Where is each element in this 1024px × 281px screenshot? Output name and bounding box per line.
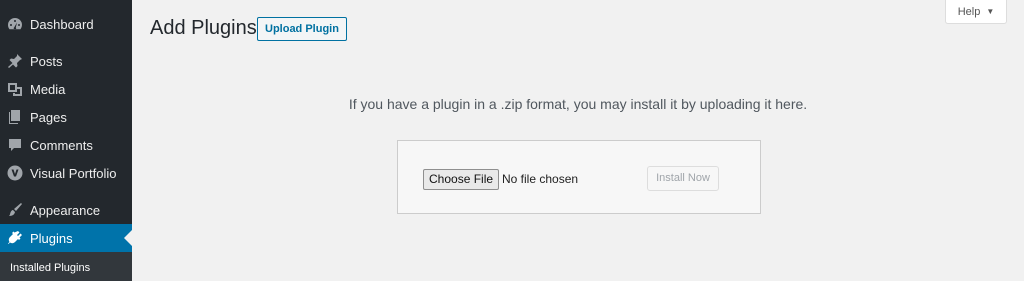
sidebar-item-pages[interactable]: Pages <box>0 103 132 131</box>
sidebar-item-label: Dashboard <box>30 16 94 32</box>
dashboard-icon <box>7 16 23 32</box>
sidebar-item-label: Posts <box>30 53 63 69</box>
upload-form: Choose File No file chosen Install Now <box>397 140 761 214</box>
admin-sidebar: Dashboard Posts Media Pages Comments Vis… <box>0 0 132 281</box>
sidebar-item-comments[interactable]: Comments <box>0 131 132 159</box>
submenu-item-installed-plugins[interactable]: Installed Plugins <box>10 262 90 274</box>
active-indicator-arrow <box>124 230 132 246</box>
sidebar-item-label: Visual Portfolio <box>30 165 117 181</box>
sidebar-item-label: Media <box>30 81 66 97</box>
sidebar-item-label: Plugins <box>30 230 73 246</box>
sidebar-item-dashboard[interactable]: Dashboard <box>0 10 132 38</box>
sidebar-item-posts[interactable]: Posts <box>0 47 132 75</box>
brush-icon <box>7 202 23 218</box>
file-status-text: No file chosen <box>502 172 579 186</box>
page-title: Add Plugins <box>150 17 257 39</box>
pages-icon <box>7 109 23 125</box>
help-tab-button[interactable]: Help ▼ <box>945 0 1007 24</box>
sidebar-item-label: Pages <box>30 109 67 125</box>
help-label: Help <box>957 5 981 18</box>
sidebar-item-label: Appearance <box>30 202 101 218</box>
install-now-button[interactable]: Install Now <box>647 166 719 191</box>
sidebar-item-visual-portfolio[interactable]: Visual Portfolio <box>0 159 132 187</box>
upload-plugin-button[interactable]: Upload Plugin <box>257 17 347 41</box>
sidebar-item-media[interactable]: Media <box>0 75 132 103</box>
sidebar-item-plugins[interactable]: Plugins <box>0 224 132 252</box>
upload-instructions: If you have a plugin in a .zip format, y… <box>348 96 808 112</box>
media-icon <box>7 81 23 97</box>
comment-icon <box>7 137 23 153</box>
sidebar-item-label: Comments <box>30 137 93 153</box>
plugins-submenu: Installed Plugins <box>0 252 132 281</box>
v-logo-icon <box>7 165 23 181</box>
choose-file-button[interactable]: Choose File <box>423 169 500 190</box>
sidebar-item-appearance[interactable]: Appearance <box>0 196 132 224</box>
caret-down-icon: ▼ <box>986 7 995 16</box>
plug-icon <box>7 230 23 246</box>
pin-icon <box>7 53 23 69</box>
